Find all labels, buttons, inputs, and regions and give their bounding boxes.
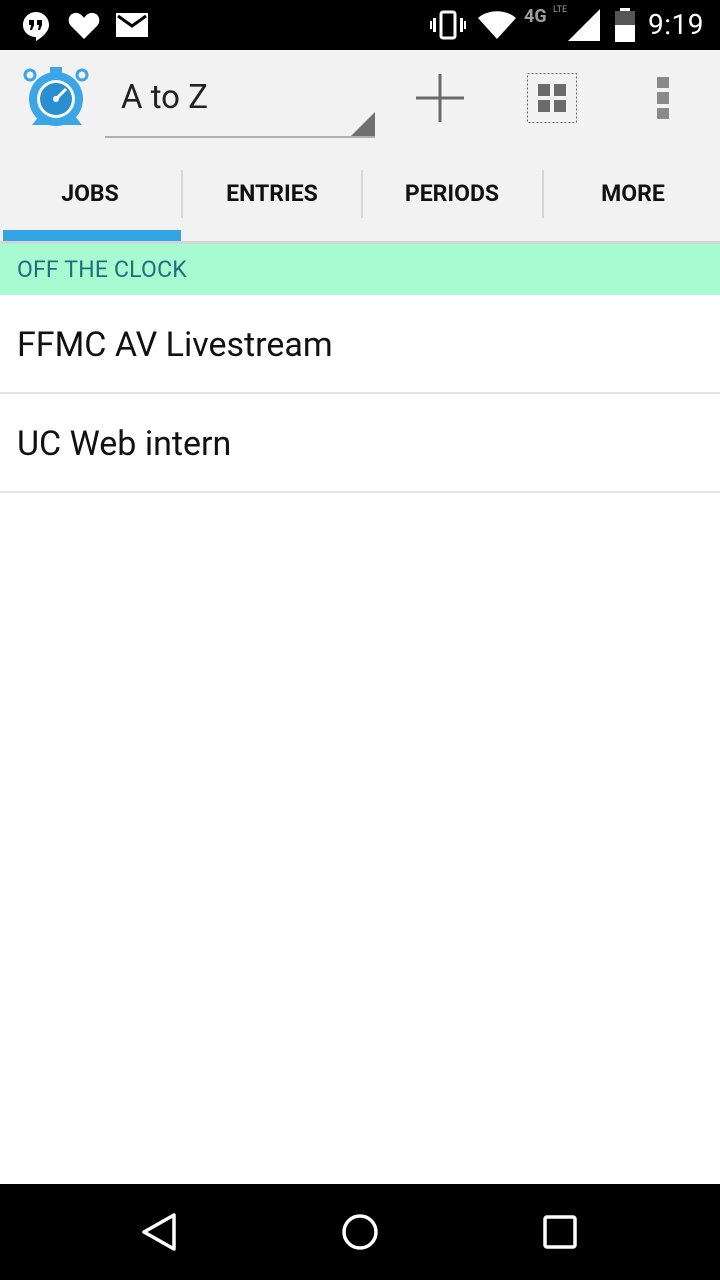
tab-label: JOBS <box>61 179 119 207</box>
tab-label: PERIODS <box>404 179 500 207</box>
navigation-bar <box>0 1184 720 1280</box>
job-list-item[interactable]: UC Web intern <box>0 394 720 493</box>
recents-icon <box>543 1215 577 1249</box>
hangouts-icon <box>23 12 49 41</box>
heart-icon <box>68 12 100 39</box>
signal-icon <box>568 9 600 41</box>
status-bar: 4G LTE 9:19 <box>0 0 720 50</box>
spinner-underline <box>105 136 375 138</box>
tab-more[interactable]: MORE <box>543 146 720 242</box>
tab-label: ENTRIES <box>226 179 318 207</box>
tab-bar: JOBS ENTRIES PERIODS MORE <box>0 146 720 242</box>
back-button[interactable] <box>100 1184 220 1280</box>
action-bar: A to Z <box>0 50 720 146</box>
add-button[interactable] <box>402 50 478 146</box>
grid-icon <box>527 73 577 123</box>
mail-icon <box>116 13 148 37</box>
section-header-label: OFF THE CLOCK <box>17 256 187 283</box>
sort-spinner[interactable]: A to Z <box>105 60 377 138</box>
battery-icon <box>615 8 635 42</box>
home-icon <box>342 1214 378 1250</box>
tab-periods[interactable]: PERIODS <box>362 146 542 242</box>
network-sub-label: LTE <box>553 5 568 15</box>
job-name: FFMC AV Livestream <box>17 325 333 365</box>
spinner-triangle-icon <box>351 112 375 136</box>
status-time: 9:19 <box>648 8 704 41</box>
selected-tab-indicator <box>3 230 181 241</box>
tab-jobs[interactable]: JOBS <box>0 146 180 242</box>
wifi-icon <box>478 11 516 39</box>
section-header-off-the-clock: OFF THE CLOCK <box>0 244 720 295</box>
recents-button[interactable] <box>500 1184 620 1280</box>
job-name: UC Web intern <box>17 424 232 464</box>
app-logo-stopwatch-icon[interactable] <box>22 67 92 129</box>
overflow-menu-icon <box>657 77 669 119</box>
network-type-label: 4G <box>524 6 547 27</box>
job-list-item[interactable]: FFMC AV Livestream <box>0 295 720 394</box>
home-button[interactable] <box>300 1184 420 1280</box>
plus-icon <box>416 74 464 122</box>
grid-view-button[interactable] <box>514 50 590 146</box>
overflow-menu-button[interactable] <box>630 50 696 146</box>
vibrate-icon <box>430 10 466 40</box>
back-icon <box>142 1213 176 1251</box>
sort-spinner-value: A to Z <box>121 78 208 117</box>
tab-label: MORE <box>601 179 665 207</box>
tab-entries[interactable]: ENTRIES <box>182 146 362 242</box>
